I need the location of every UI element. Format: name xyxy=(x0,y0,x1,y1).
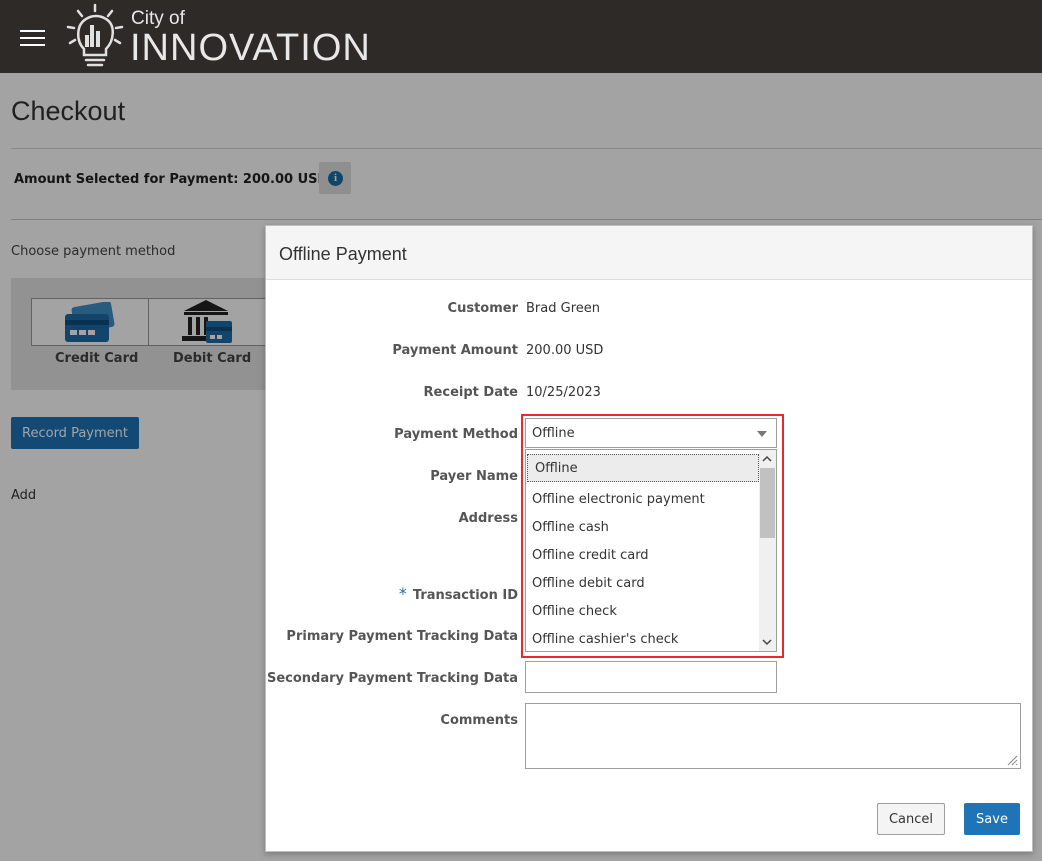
required-marker: * xyxy=(398,584,407,603)
payment-amount-label: Payment Amount xyxy=(392,343,518,358)
lightbulb-logo-icon xyxy=(66,3,124,67)
save-button[interactable]: Save xyxy=(964,803,1020,835)
primary-tracking-label: Primary Payment Tracking Data xyxy=(286,629,518,644)
dialog-header: Offline Payment xyxy=(266,226,1032,280)
payer-name-label: Payer Name xyxy=(430,469,518,484)
comments-textarea[interactable] xyxy=(525,703,1021,769)
highlight-box xyxy=(521,414,784,658)
app-header: City of INNOVATION xyxy=(0,0,1042,73)
resize-grip-icon[interactable] xyxy=(1006,754,1018,766)
payment-method-label: Payment Method xyxy=(394,427,518,442)
dialog-title: Offline Payment xyxy=(279,244,407,264)
secondary-tracking-label: Secondary Payment Tracking Data xyxy=(266,671,518,686)
transaction-id-label-row: * Transaction ID xyxy=(399,584,518,603)
logo-innovation: INNOVATION xyxy=(130,27,371,69)
receipt-date-label: Receipt Date xyxy=(423,385,518,400)
cancel-button[interactable]: Cancel xyxy=(877,803,945,835)
address-label: Address xyxy=(458,511,518,526)
offline-payment-dialog: Offline Payment Customer Brad Green Paym… xyxy=(265,225,1033,852)
payment-amount-value: 200.00 USD xyxy=(526,343,604,358)
receipt-date-value: 10/25/2023 xyxy=(526,385,601,400)
hamburger-menu-icon[interactable] xyxy=(20,30,45,46)
comments-label: Comments xyxy=(440,713,518,728)
secondary-tracking-input[interactable] xyxy=(525,661,777,693)
customer-value: Brad Green xyxy=(526,301,600,316)
transaction-id-label: Transaction ID xyxy=(412,588,518,603)
customer-label: Customer xyxy=(447,301,518,316)
